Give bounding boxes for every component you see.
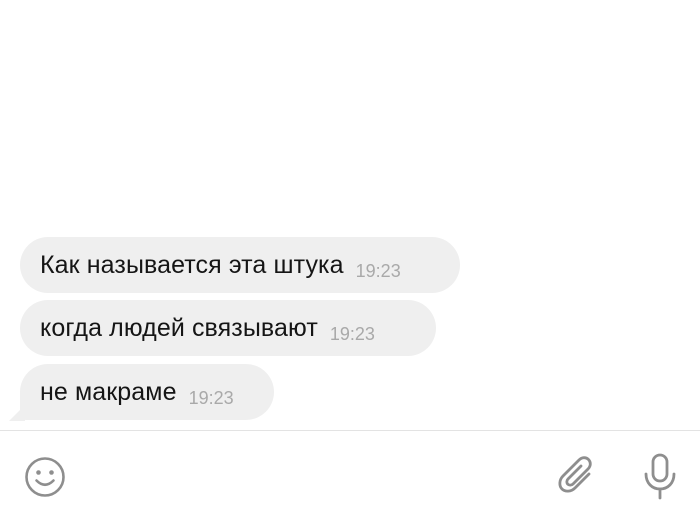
attach-button[interactable] — [553, 453, 601, 501]
message-time: 19:23 — [355, 260, 401, 281]
message-composer[interactable] — [0, 431, 700, 515]
message-bubble[interactable]: когда людей связывают 19:23 — [20, 300, 436, 356]
chat-area: Как называется эта штука 19:23 когда люд… — [0, 0, 700, 430]
message-time: 19:23 — [188, 387, 234, 408]
message-text: Как называется эта штука — [40, 250, 344, 279]
message-time: 19:23 — [329, 323, 375, 344]
voice-message-button[interactable] — [640, 451, 680, 503]
message-text: когда людей связывают — [40, 313, 318, 342]
message-bubble[interactable]: Как называется эта штука 19:23 — [20, 237, 460, 293]
smiley-icon — [25, 457, 65, 497]
microphone-icon — [644, 453, 676, 500]
emoji-button[interactable] — [23, 455, 67, 499]
message-bubble[interactable]: не макраме 19:23 — [20, 364, 274, 420]
paperclip-icon — [558, 456, 592, 493]
message-text: не макраме — [40, 377, 177, 406]
